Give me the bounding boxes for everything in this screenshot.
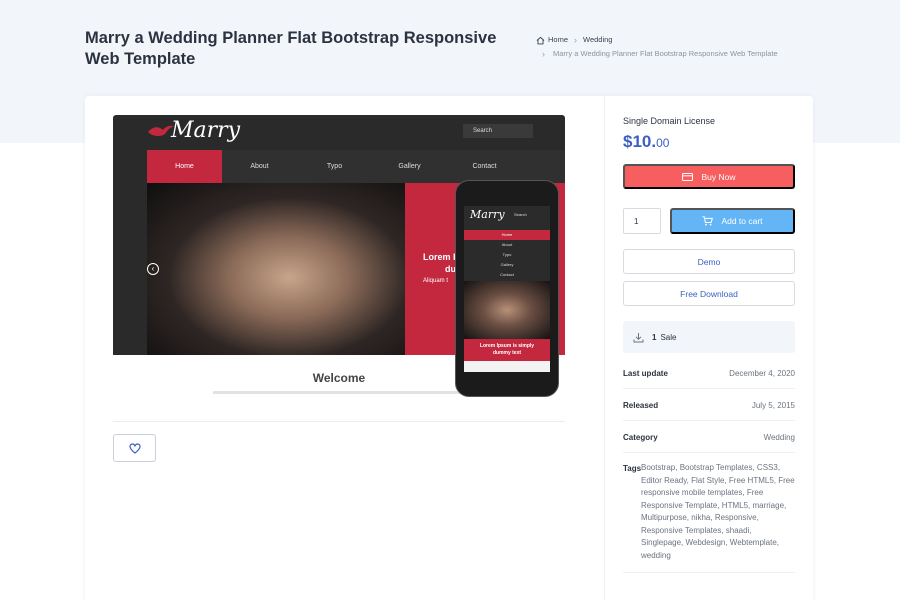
- phone-menu-item: About: [501, 242, 513, 247]
- phone-search: Search: [514, 212, 527, 217]
- released-label: Released: [623, 401, 659, 410]
- phone-banner-line: Lorem Ipsum is simply: [479, 343, 535, 349]
- preview-nav-item: About: [250, 163, 269, 170]
- preview-phone-screen: Marry Search Home About Typo Gallery Con…: [464, 206, 550, 372]
- page-title: Marry a Wedding Planner Flat Bootstrap R…: [85, 29, 497, 68]
- chevron-right-icon: ›: [542, 49, 545, 59]
- phone-photo: [464, 281, 550, 339]
- category-label: Category: [623, 433, 658, 442]
- meta-divider: [623, 388, 795, 389]
- preview-nav-item: Typo: [326, 163, 343, 170]
- category-value[interactable]: Wedding: [764, 433, 795, 442]
- preview-search: Search: [463, 124, 533, 138]
- breadcrumb: Home › Wedding › Marry a Wedding Planner…: [536, 33, 806, 61]
- phone-logo: Marry: [470, 208, 505, 221]
- meta-divider: [623, 572, 795, 573]
- quantity-input[interactable]: 1: [623, 208, 661, 234]
- home-icon: [536, 36, 545, 44]
- sales-count: 1: [652, 332, 657, 342]
- card-divider: [604, 96, 605, 600]
- preview-nav-item: Contact: [472, 163, 497, 170]
- phone-menu-item: Home: [464, 230, 550, 240]
- add-to-cart-button[interactable]: Add to cart: [670, 208, 795, 234]
- license-type: Single Domain License: [623, 116, 716, 126]
- breadcrumb-current: Marry a Wedding Planner Flat Bootstrap R…: [553, 49, 778, 58]
- phone-banner: Lorem Ipsum is simply dummy text: [464, 339, 550, 361]
- last-update-row: Last update December 4, 2020: [623, 369, 795, 378]
- buy-now-button[interactable]: Buy Now: [623, 164, 795, 189]
- last-update-value: December 4, 2020: [729, 369, 795, 378]
- preview-wedding-photo: [147, 183, 405, 355]
- preview-nav: Home About Typo Gallery Contact: [147, 150, 565, 183]
- sales-count-box: 1 Sale: [623, 321, 795, 353]
- phone-menu-item: Contact: [500, 272, 514, 277]
- meta-divider: [623, 452, 795, 453]
- released-value: July 5, 2015: [751, 401, 795, 410]
- chevron-right-icon: ›: [574, 35, 578, 45]
- breadcrumb-home-link[interactable]: Home: [548, 33, 568, 47]
- preview-banner-text: Lorem I du Aliquam t: [423, 251, 456, 287]
- favorite-button[interactable]: [113, 434, 156, 462]
- preview-banner-line: Lorem I: [423, 252, 456, 262]
- price-main: $10.: [623, 132, 657, 151]
- heart-icon: [128, 442, 141, 454]
- sales-label: Sale: [660, 332, 677, 342]
- preview-nav-item: Home: [147, 150, 222, 183]
- meta-divider: [623, 420, 795, 421]
- preview-divider: [113, 421, 565, 422]
- phone-menu-item: Gallery: [500, 262, 514, 267]
- tags-label: Tags: [623, 464, 642, 473]
- breadcrumb-category-link[interactable]: Wedding: [583, 33, 612, 47]
- phone-browser-bar: [464, 361, 550, 372]
- preview-banner-line: Aliquam t: [423, 278, 449, 284]
- credit-card-icon: [682, 172, 694, 181]
- category-row: Category Wedding: [623, 433, 795, 442]
- demo-button[interactable]: Demo: [623, 249, 795, 274]
- chevron-left-icon: ‹: [147, 263, 159, 275]
- phone-menu: Home About Typo Gallery Contact: [464, 230, 550, 280]
- add-to-cart-label: Add to cart: [721, 216, 763, 226]
- price: $10.00: [623, 132, 669, 152]
- last-update-label: Last update: [623, 369, 668, 378]
- preview-banner-line: du: [445, 264, 456, 274]
- price-cents: 00: [656, 136, 670, 150]
- preview-lorem-line: [213, 391, 473, 394]
- buy-now-label: Buy Now: [701, 171, 736, 182]
- free-download-button[interactable]: Free Download: [623, 281, 795, 306]
- preview-logo: Marry: [171, 118, 241, 143]
- download-icon: [633, 332, 644, 342]
- tags-list[interactable]: Bootstrap, Bootstrap Templates, CSS3, Ed…: [641, 462, 796, 562]
- released-row: Released July 5, 2015: [623, 401, 795, 410]
- cart-icon: [702, 216, 714, 226]
- phone-menu-item: Typo: [502, 252, 512, 257]
- phone-banner-line: dummy text: [492, 350, 522, 356]
- preview-nav-item: Gallery: [398, 163, 421, 170]
